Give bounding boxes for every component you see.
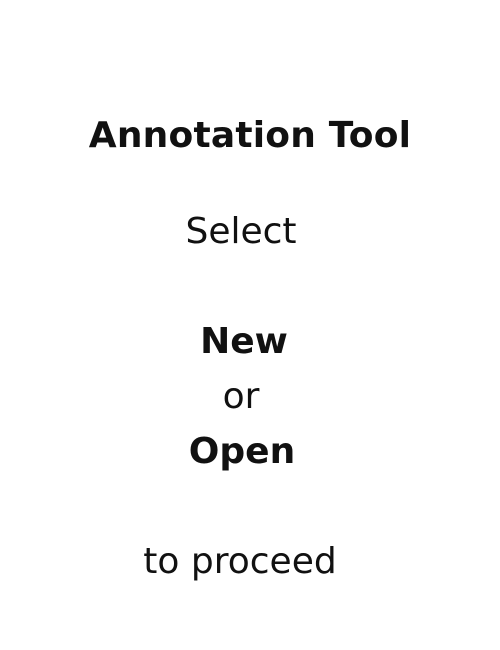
instruction-open-option: Open bbox=[188, 431, 296, 472]
instruction-select: Select bbox=[185, 211, 297, 252]
instruction-new-option: New bbox=[200, 321, 288, 362]
app-title: Annotation Tool bbox=[88, 115, 412, 156]
welcome-screen: Annotation Tool Select New or Open to pr… bbox=[0, 0, 500, 650]
instruction-proceed: to proceed bbox=[143, 541, 337, 582]
instruction-connector: or bbox=[222, 376, 260, 417]
